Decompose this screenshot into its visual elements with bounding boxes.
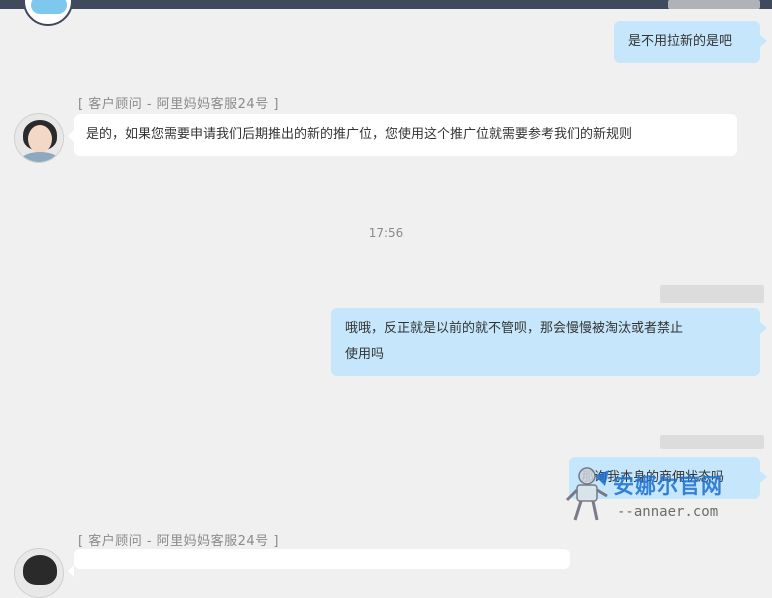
message-text: 是不用拉新的是吧 (628, 34, 733, 49)
blurred-username (660, 285, 764, 303)
user-avatar[interactable] (23, 0, 73, 26)
agent-sender-label: [ 客户顾问 - 阿里妈妈客服24号 ] (78, 534, 279, 549)
watermark-title: 安娜尔官网 (613, 474, 723, 498)
watermark: 安娜尔官网 --annaer.com (565, 466, 765, 526)
robot-logo-icon (565, 467, 609, 521)
agent-avatar[interactable] (14, 548, 64, 598)
message-bubble-incoming (68, 549, 570, 577)
cloud-avatar-icon (31, 0, 67, 14)
blurred-username (668, 0, 760, 9)
top-bar (0, 0, 772, 9)
agent-avatar[interactable] (14, 113, 64, 163)
timestamp: 17:56 (368, 226, 404, 240)
message-bubble-outgoing: 是不用拉新的是吧 (614, 21, 767, 63)
message-bubble-incoming: 是的，如果您需要申请我们后期推出的新的推广位，您使用这个推广位就需要参考我们的新… (68, 114, 737, 156)
message-text-line: 使用吗 (345, 347, 385, 362)
message-bubble-outgoing: 哦哦，反正就是以前的就不管呗，那会慢慢被淘汰或者禁止 使用吗 (331, 308, 767, 376)
message-text-line: 哦哦，反正就是以前的就不管呗，那会慢慢被淘汰或者禁止 (345, 321, 684, 336)
watermark-subtitle: --annaer.com (617, 504, 719, 520)
message-text: 是的，如果您需要申请我们后期推出的新的推广位，您使用这个推广位就需要参考我们的新… (86, 127, 633, 142)
blurred-username (660, 435, 764, 449)
agent-sender-label: [ 客户顾问 - 阿里妈妈客服24号 ] (78, 97, 279, 112)
